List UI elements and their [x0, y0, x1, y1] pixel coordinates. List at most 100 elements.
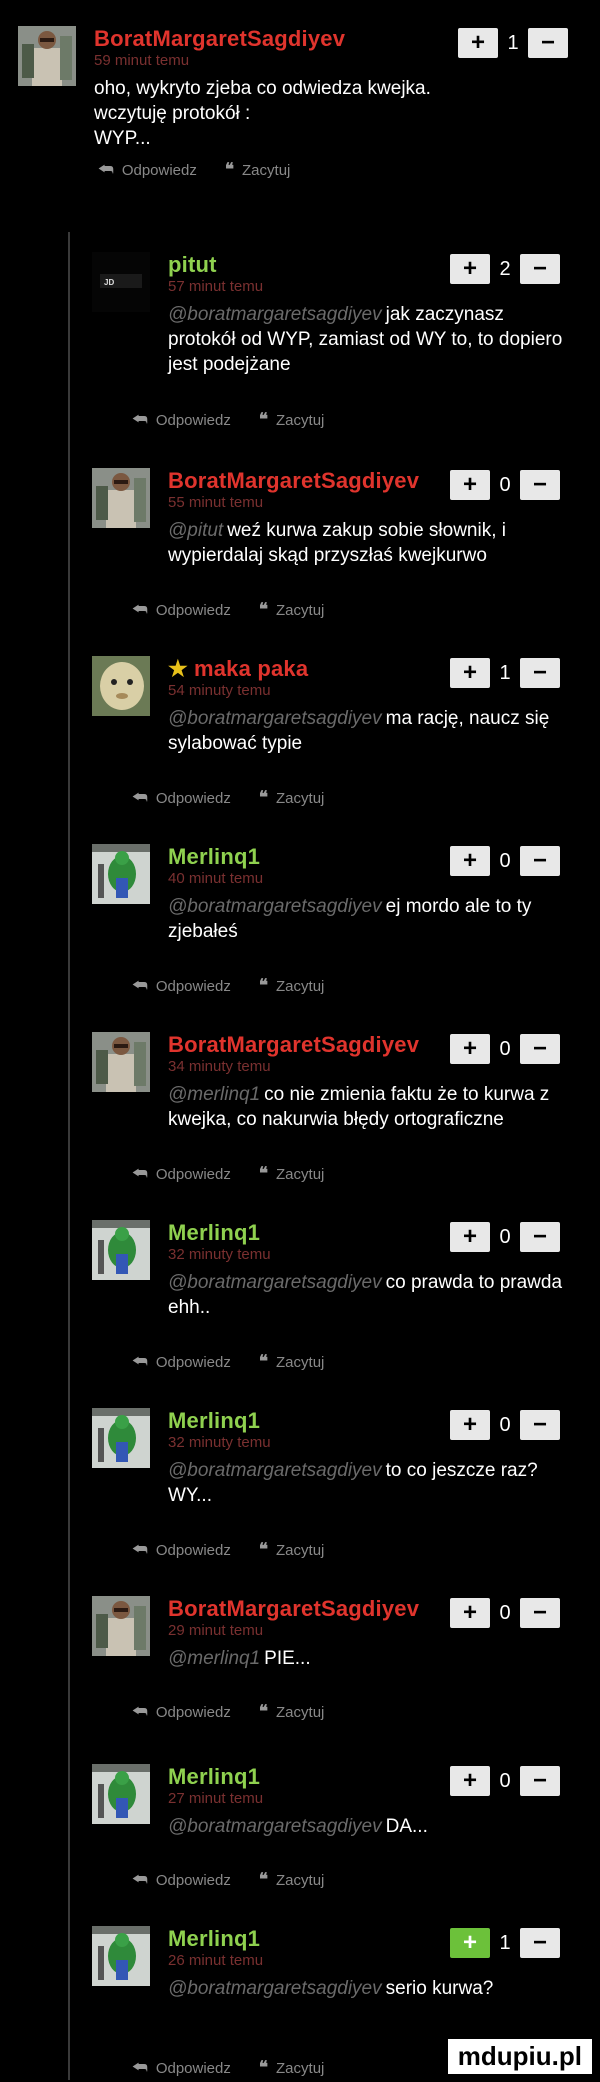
comment-author[interactable]: pitut: [168, 252, 217, 278]
comment-author[interactable]: ★ maka paka: [168, 656, 308, 682]
reply-link[interactable]: Odpowiedz: [156, 790, 231, 807]
avatar[interactable]: [18, 26, 76, 86]
quote-icon[interactable]: ❝: [259, 1540, 268, 1560]
mention-link[interactable]: @merlinq1: [168, 1648, 260, 1669]
mention-link[interactable]: @merlinq1: [168, 1084, 260, 1105]
reply-arrow-icon[interactable]: ⮪: [132, 788, 148, 808]
reply-link[interactable]: Odpowiedz: [156, 1872, 231, 1889]
downvote-button[interactable]: −: [520, 846, 560, 876]
reply-arrow-icon[interactable]: ⮪: [132, 1352, 148, 1372]
comment-author-name[interactable]: BoratMargaretSagdiyev: [94, 26, 345, 51]
quote-icon[interactable]: ❝: [259, 976, 268, 996]
comment-author[interactable]: Merlinq1: [168, 1764, 260, 1790]
quote-link[interactable]: Zacytuj: [276, 1354, 324, 1371]
mention-link[interactable]: @boratmargaretsagdiyev: [168, 708, 382, 729]
mention-link[interactable]: @boratmargaretsagdiyev: [168, 304, 382, 325]
quote-icon[interactable]: ❝: [259, 2058, 268, 2078]
comment-author-name[interactable]: Merlinq1: [168, 1764, 260, 1789]
quote-link[interactable]: Zacytuj: [276, 2060, 324, 2077]
mention-link[interactable]: @boratmargaretsagdiyev: [168, 1272, 382, 1293]
quote-link[interactable]: Zacytuj: [276, 790, 324, 807]
downvote-button[interactable]: −: [528, 28, 568, 58]
comment-author[interactable]: Merlinq1: [168, 844, 260, 870]
quote-link[interactable]: Zacytuj: [276, 1872, 324, 1889]
comment-author-name[interactable]: BoratMargaretSagdiyev: [168, 1596, 419, 1621]
upvote-button[interactable]: +: [450, 470, 490, 500]
downvote-button[interactable]: −: [520, 658, 560, 688]
reply-link[interactable]: Odpowiedz: [156, 2060, 231, 2077]
downvote-button[interactable]: −: [520, 1766, 560, 1796]
upvote-button[interactable]: +: [450, 1222, 490, 1252]
comment-author[interactable]: BoratMargaretSagdiyev: [94, 26, 345, 52]
comment-author-name[interactable]: Merlinq1: [168, 844, 260, 869]
comment-author[interactable]: BoratMargaretSagdiyev: [168, 1032, 419, 1058]
quote-link[interactable]: Zacytuj: [276, 602, 324, 619]
reply-link[interactable]: Odpowiedz: [156, 412, 231, 429]
comment-author-name[interactable]: pitut: [168, 252, 217, 277]
mention-link[interactable]: @boratmargaretsagdiyev: [168, 1460, 382, 1481]
reply-link[interactable]: Odpowiedz: [156, 1354, 231, 1371]
quote-icon[interactable]: ❝: [259, 1164, 268, 1184]
quote-icon[interactable]: ❝: [259, 1352, 268, 1372]
upvote-button[interactable]: +: [450, 846, 490, 876]
upvote-button[interactable]: +: [450, 254, 490, 284]
upvote-button[interactable]: +: [450, 1034, 490, 1064]
avatar[interactable]: JD: [92, 252, 150, 312]
quote-icon[interactable]: ❝: [259, 788, 268, 808]
quote-link[interactable]: Zacytuj: [276, 412, 324, 429]
reply-link[interactable]: Odpowiedz: [156, 602, 231, 619]
upvote-button[interactable]: +: [450, 1410, 490, 1440]
quote-link[interactable]: Zacytuj: [276, 1542, 324, 1559]
downvote-button[interactable]: −: [520, 1928, 560, 1958]
avatar[interactable]: [92, 1764, 150, 1824]
avatar[interactable]: [92, 1032, 150, 1092]
comment-author-name[interactable]: Merlinq1: [168, 1926, 260, 1951]
comment-author[interactable]: Merlinq1: [168, 1220, 260, 1246]
reply-link[interactable]: Odpowiedz: [156, 1166, 231, 1183]
reply-link[interactable]: Odpowiedz: [156, 978, 231, 995]
mention-link[interactable]: @pitut: [168, 520, 223, 541]
comment-author[interactable]: BoratMargaretSagdiyev: [168, 468, 419, 494]
avatar[interactable]: [92, 1596, 150, 1656]
avatar[interactable]: [92, 1408, 150, 1468]
reply-link[interactable]: Odpowiedz: [156, 1704, 231, 1721]
reply-arrow-icon[interactable]: ⮪: [132, 976, 148, 996]
reply-arrow-icon[interactable]: ⮪: [132, 1164, 148, 1184]
avatar[interactable]: [92, 656, 150, 716]
comment-author-name[interactable]: BoratMargaretSagdiyev: [168, 1032, 419, 1057]
reply-arrow-icon[interactable]: ⮪: [98, 160, 114, 180]
mention-link[interactable]: @boratmargaretsagdiyev: [168, 896, 382, 917]
reply-arrow-icon[interactable]: ⮪: [132, 410, 148, 430]
downvote-button[interactable]: −: [520, 1410, 560, 1440]
downvote-button[interactable]: −: [520, 254, 560, 284]
quote-icon[interactable]: ❝: [225, 160, 234, 180]
comment-author[interactable]: Merlinq1: [168, 1926, 260, 1952]
comment-author-name[interactable]: maka paka: [194, 656, 308, 681]
avatar[interactable]: [92, 1220, 150, 1280]
reply-arrow-icon[interactable]: ⮪: [132, 1870, 148, 1890]
reply-link[interactable]: Odpowiedz: [156, 1542, 231, 1559]
quote-icon[interactable]: ❝: [259, 410, 268, 430]
reply-arrow-icon[interactable]: ⮪: [132, 2058, 148, 2078]
comment-author[interactable]: Merlinq1: [168, 1408, 260, 1434]
quote-link[interactable]: Zacytuj: [276, 978, 324, 995]
mention-link[interactable]: @boratmargaretsagdiyev: [168, 1816, 382, 1837]
quote-link[interactable]: Zacytuj: [242, 162, 290, 179]
mention-link[interactable]: @boratmargaretsagdiyev: [168, 1978, 382, 1999]
upvote-button[interactable]: +: [450, 1928, 490, 1958]
downvote-button[interactable]: −: [520, 1034, 560, 1064]
reply-link[interactable]: Odpowiedz: [122, 162, 197, 179]
quote-link[interactable]: Zacytuj: [276, 1166, 324, 1183]
reply-arrow-icon[interactable]: ⮪: [132, 1540, 148, 1560]
downvote-button[interactable]: −: [520, 470, 560, 500]
upvote-button[interactable]: +: [450, 1766, 490, 1796]
avatar[interactable]: [92, 1926, 150, 1986]
upvote-button[interactable]: +: [458, 28, 498, 58]
comment-author-name[interactable]: Merlinq1: [168, 1408, 260, 1433]
quote-icon[interactable]: ❝: [259, 1870, 268, 1890]
quote-icon[interactable]: ❝: [259, 600, 268, 620]
reply-arrow-icon[interactable]: ⮪: [132, 1702, 148, 1722]
quote-icon[interactable]: ❝: [259, 1702, 268, 1722]
comment-author-name[interactable]: Merlinq1: [168, 1220, 260, 1245]
reply-arrow-icon[interactable]: ⮪: [132, 600, 148, 620]
